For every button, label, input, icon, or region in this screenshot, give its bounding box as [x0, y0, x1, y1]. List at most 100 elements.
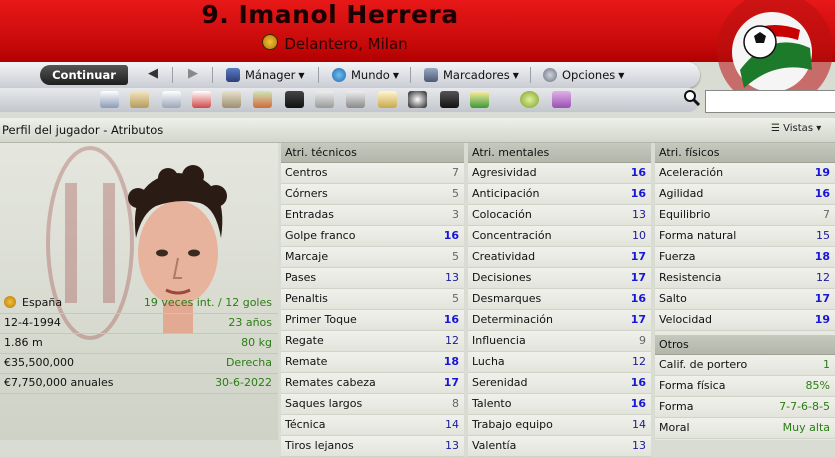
- manager-menu[interactable]: Mánager ▼: [226, 68, 305, 82]
- age: 23 años: [228, 316, 272, 329]
- attribute-value: 16: [814, 187, 830, 200]
- world-menu[interactable]: Mundo ▼: [332, 68, 399, 82]
- attribute-name: Talento: [472, 397, 512, 410]
- attribute-row: Concentración 10: [468, 226, 651, 247]
- attribute-name: Concentración: [472, 229, 552, 242]
- wage-contract-row: €7,750,000 anuales 30-6-2022: [0, 373, 278, 394]
- spain-flag-icon: [4, 296, 16, 308]
- attribute-row: Velocidad 19: [655, 310, 835, 331]
- attribute-name: Anticipación: [472, 187, 540, 200]
- attribute-name: Pases: [285, 271, 317, 284]
- attribute-name: Influencia: [472, 334, 526, 347]
- tactics-icon[interactable]: [285, 91, 304, 108]
- physical-header: Atri. físicos: [655, 143, 835, 163]
- trophy-icon[interactable]: [315, 91, 334, 108]
- options-menu[interactable]: Opciones ▼: [543, 68, 624, 82]
- value-foot-row: €35,500,000 Derecha: [0, 353, 278, 374]
- attribute-row: Agilidad 16: [655, 184, 835, 205]
- calendar-icon[interactable]: [192, 91, 211, 108]
- transfers-icon[interactable]: [253, 91, 272, 108]
- ball-icon[interactable]: [408, 91, 427, 108]
- attribute-value: 13: [445, 439, 459, 452]
- attribute-row: Valentía 13: [468, 436, 651, 457]
- attribute-row: Forma física 85%: [655, 376, 835, 397]
- squad-icon[interactable]: [162, 91, 181, 108]
- attribute-row: Colocación 13: [468, 205, 651, 226]
- separator: [410, 67, 411, 83]
- faq-icon[interactable]: [552, 91, 571, 108]
- attribute-value: 14: [632, 418, 646, 431]
- mental-attributes: Atri. mentales Agresividad 16 Anticipación…: [468, 143, 651, 457]
- mental-title: Atri. mentales: [472, 146, 550, 159]
- player-role: Delantero, Milan: [0, 34, 670, 53]
- search-icon[interactable]: [683, 89, 701, 107]
- attribute-row: Salto 17: [655, 289, 835, 310]
- attribute-name: Creatividad: [472, 250, 536, 263]
- separator: [318, 67, 319, 83]
- attribute-name: Velocidad: [659, 313, 713, 326]
- separator: [212, 67, 213, 83]
- attribute-value: 10: [632, 229, 646, 242]
- attribute-value: 13: [632, 208, 646, 221]
- technical-attributes: Atri. técnicos Centros 7 Córners 5 Entradas 3…: [281, 143, 464, 457]
- market-value: €35,500,000: [4, 356, 74, 369]
- attribute-value: 18: [443, 355, 459, 368]
- attribute-name: Trabajo equipo: [472, 418, 553, 431]
- back-arrow-icon[interactable]: ◀: [148, 66, 158, 81]
- attribute-row: Primer Toque 16: [281, 310, 464, 331]
- attribute-name: Serenidad: [472, 376, 528, 389]
- search-input[interactable]: [705, 90, 835, 113]
- scores-menu[interactable]: Marcadores ▼: [424, 68, 519, 82]
- contract-end: 30-6-2022: [215, 376, 272, 389]
- attribute-row: Serenidad 16: [468, 373, 651, 394]
- attribute-row: Tiros lejanos 13: [281, 436, 464, 457]
- attribute-value: 5: [452, 292, 459, 305]
- nationality-row: España 19 veces int. / 12 goles: [0, 293, 278, 314]
- home-icon[interactable]: [100, 91, 119, 108]
- notes-icon[interactable]: [378, 91, 397, 108]
- attribute-row: Centros 7: [281, 163, 464, 184]
- attribute-row: Remate 18: [281, 352, 464, 373]
- attribute-value: 85%: [805, 379, 830, 392]
- scout-icon[interactable]: [346, 91, 365, 108]
- scores-icon: [424, 68, 438, 82]
- world-menu-label: Mundo: [351, 68, 390, 82]
- attribute-row: Remates cabeza 17: [281, 373, 464, 394]
- views-dropdown[interactable]: ☰ Vistas ▾: [771, 123, 821, 134]
- attribute-value: 17: [814, 292, 830, 305]
- attribute-value: 5: [452, 250, 459, 263]
- player-role-text: Delantero, Milan: [284, 35, 408, 53]
- nationality-label: España: [22, 296, 63, 309]
- forward-arrow-icon[interactable]: ▶: [188, 66, 198, 81]
- page-title: Perfil del jugador - Atributos: [2, 123, 164, 137]
- attribute-value: 16: [443, 229, 459, 242]
- section-title-bar: Perfil del jugador - Atributos ☰ Vistas …: [0, 118, 835, 143]
- attribute-value: 12: [816, 271, 830, 284]
- attribute-name: Técnica: [285, 418, 326, 431]
- finances-icon[interactable]: [470, 91, 489, 108]
- attribute-row: Golpe franco 16: [281, 226, 464, 247]
- attribute-name: Aceleración: [659, 166, 724, 179]
- continue-button[interactable]: Continuar: [40, 65, 128, 85]
- separator: [172, 67, 173, 83]
- help-icon[interactable]: [520, 91, 539, 108]
- attribute-name: Forma: [659, 400, 694, 413]
- attribute-name: Colocación: [472, 208, 532, 221]
- attribute-name: Lucha: [472, 355, 505, 368]
- attribute-value: 12: [445, 334, 459, 347]
- attribute-row: Influencia 9: [468, 331, 651, 352]
- height: 1.86 m: [4, 336, 43, 349]
- club-badge-icon: [262, 34, 279, 50]
- attribute-name: Remate: [285, 355, 328, 368]
- birth-date: 12-4-1994: [4, 316, 61, 329]
- attribute-name: Centros: [285, 166, 328, 179]
- attribute-row: Creatividad 17: [468, 247, 651, 268]
- attribute-name: Forma natural: [659, 229, 737, 242]
- staff-icon[interactable]: [222, 91, 241, 108]
- binoculars-icon[interactable]: [440, 91, 459, 108]
- attribute-row: Marcaje 5: [281, 247, 464, 268]
- attribute-row: Determinación 17: [468, 310, 651, 331]
- club-icon[interactable]: [130, 91, 149, 108]
- attribute-value: 19: [814, 313, 830, 326]
- attribute-value: Muy alta: [782, 421, 830, 434]
